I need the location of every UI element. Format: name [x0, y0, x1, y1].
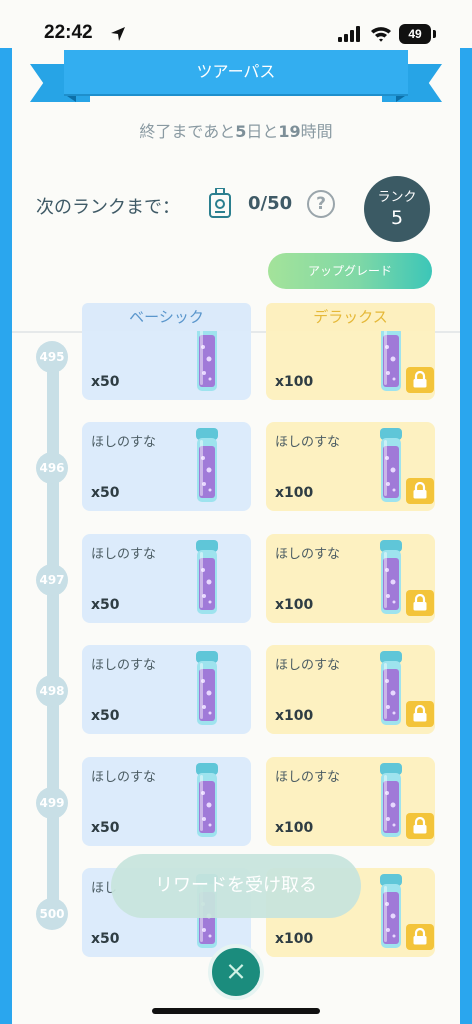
- wifi-icon: [371, 27, 391, 42]
- reward-name: ほしのすな: [91, 435, 157, 450]
- stardust-vial-icon: [380, 763, 402, 837]
- reward-quantity: x50: [91, 931, 120, 947]
- time-remaining: 終了まであと5日と19時間: [0, 118, 472, 142]
- reward-card-deluxe[interactable]: ほしのすな x100: [266, 422, 435, 511]
- ticket-icon: [209, 188, 231, 218]
- reward-card-basic[interactable]: x50: [82, 331, 251, 400]
- reward-name: ほしのすな: [275, 435, 341, 450]
- reward-card-basic[interactable]: ほしのすな x50: [82, 534, 251, 623]
- reward-quantity: x100: [275, 374, 314, 390]
- home-indicator: [152, 1008, 320, 1014]
- rank-node: 498: [36, 675, 68, 707]
- reward-quantity: x50: [91, 374, 120, 390]
- battery-tip: [433, 30, 436, 38]
- reward-quantity: x50: [91, 485, 120, 501]
- rank-node: 500: [36, 898, 68, 930]
- lock-icon: [406, 478, 434, 504]
- reward-quantity: x100: [275, 485, 314, 501]
- reward-card-basic[interactable]: ほしのすな x50: [82, 757, 251, 846]
- lock-icon: [406, 813, 434, 839]
- reward-quantity: x50: [91, 708, 120, 724]
- claim-rewards-button[interactable]: リワードを受け取る: [111, 854, 361, 918]
- reward-card-deluxe[interactable]: ほしのすな x100: [266, 534, 435, 623]
- lock-icon: [406, 924, 434, 950]
- status-time: 22:42: [44, 22, 93, 43]
- rank-badge-value: 5: [390, 207, 404, 229]
- status-bar: 22:42 49: [0, 0, 472, 48]
- rank-badge: ランク 5: [364, 176, 430, 242]
- rank-progress: 0/50: [248, 193, 293, 214]
- help-icon[interactable]: ?: [307, 190, 335, 218]
- location-arrow-icon: [111, 27, 125, 41]
- remaining-suffix: 時間: [300, 122, 333, 141]
- remaining-mid: 日と: [246, 122, 279, 141]
- reward-card-basic[interactable]: ほしのすな x50: [82, 645, 251, 734]
- remaining-hours: 19: [278, 122, 301, 141]
- battery-indicator: 49: [399, 24, 431, 44]
- stardust-vial-icon: [196, 763, 218, 837]
- rank-track: [47, 345, 59, 915]
- stardust-vial-icon: [196, 651, 218, 725]
- remaining-prefix: 終了まであと: [139, 122, 236, 141]
- stardust-vial-icon: [380, 428, 402, 502]
- lock-icon: [406, 590, 434, 616]
- stardust-vial-icon: [381, 331, 401, 391]
- reward-card-deluxe[interactable]: ほしのすな x100: [266, 757, 435, 846]
- rank-node: 496: [36, 452, 68, 484]
- rank-node: 497: [36, 564, 68, 596]
- reward-card-deluxe[interactable]: x100: [266, 331, 435, 400]
- reward-quantity: x100: [275, 931, 314, 947]
- close-button[interactable]: ×: [208, 944, 264, 1000]
- upgrade-button[interactable]: アップグレード: [268, 253, 432, 289]
- reward-name: ほしのすな: [91, 547, 157, 562]
- stardust-vial-icon: [380, 540, 402, 614]
- reward-name: ほしのすな: [275, 770, 341, 785]
- reward-card-basic[interactable]: ほしのすな x50: [82, 422, 251, 511]
- column-header-deluxe: デラックス: [266, 303, 435, 331]
- reward-name: ほしのすな: [275, 658, 341, 673]
- page-title: ツアーパス: [64, 50, 408, 94]
- stardust-vial-icon: [197, 331, 217, 391]
- column-header-basic: ベーシック: [82, 303, 251, 331]
- remaining-days: 5: [235, 122, 247, 141]
- lock-icon: [406, 701, 434, 727]
- reward-quantity: x50: [91, 597, 120, 613]
- lock-icon: [406, 367, 434, 393]
- close-icon: ×: [225, 956, 247, 987]
- rank-badge-label: ランク: [377, 190, 417, 205]
- reward-name: ほしのすな: [91, 770, 157, 785]
- reward-card-deluxe[interactable]: ほしのすな x100: [266, 645, 435, 734]
- reward-quantity: x50: [91, 820, 120, 836]
- next-rank-label: 次のランクまで：: [36, 197, 180, 218]
- reward-name: ほしのすな: [91, 658, 157, 673]
- reward-quantity: x100: [275, 820, 314, 836]
- stardust-vial-icon: [196, 540, 218, 614]
- stardust-vial-icon: [196, 428, 218, 502]
- rank-node: 495: [36, 341, 68, 373]
- signal-icon: [338, 26, 360, 42]
- stardust-vial-icon: [380, 874, 402, 948]
- reward-quantity: x100: [275, 708, 314, 724]
- reward-quantity: x100: [275, 597, 314, 613]
- reward-name: ほしのすな: [275, 547, 341, 562]
- rank-node: 499: [36, 787, 68, 819]
- stardust-vial-icon: [380, 651, 402, 725]
